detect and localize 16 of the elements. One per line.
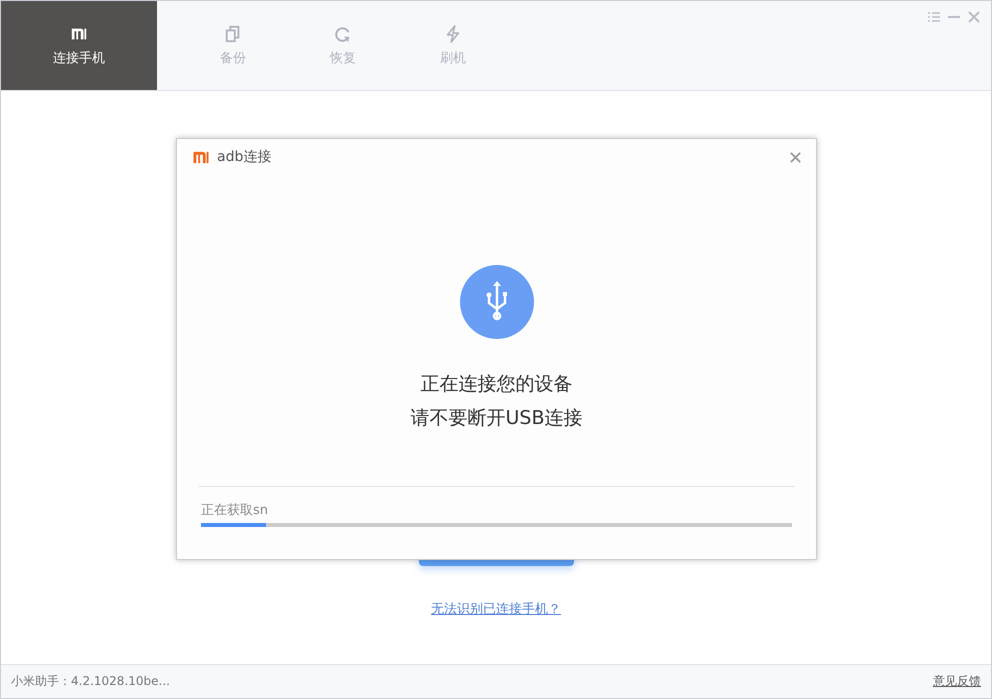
close-icon[interactable]	[789, 150, 802, 164]
usb-icon	[460, 265, 534, 339]
copy-icon	[224, 24, 242, 42]
close-icon[interactable]	[967, 10, 981, 24]
refresh-icon	[334, 24, 352, 42]
lightning-icon	[444, 24, 462, 42]
status-message: 正在连接您的设备	[420, 372, 572, 397]
mi-logo-icon	[191, 150, 211, 164]
version-text: 小米助手：4.2.1028.10be...	[11, 673, 170, 690]
progress-label: 正在获取sn	[201, 502, 270, 519]
status-message: 请不要断开USB连接	[410, 406, 582, 431]
help-link[interactable]: 无法识别已连接手机？	[431, 600, 561, 618]
feedback-link[interactable]: 意见反馈	[933, 673, 981, 690]
menu-icon[interactable]	[927, 10, 941, 24]
dialog-title: adb连接	[217, 148, 272, 166]
nav-tab[interactable]: 连接手机	[1, 1, 157, 90]
